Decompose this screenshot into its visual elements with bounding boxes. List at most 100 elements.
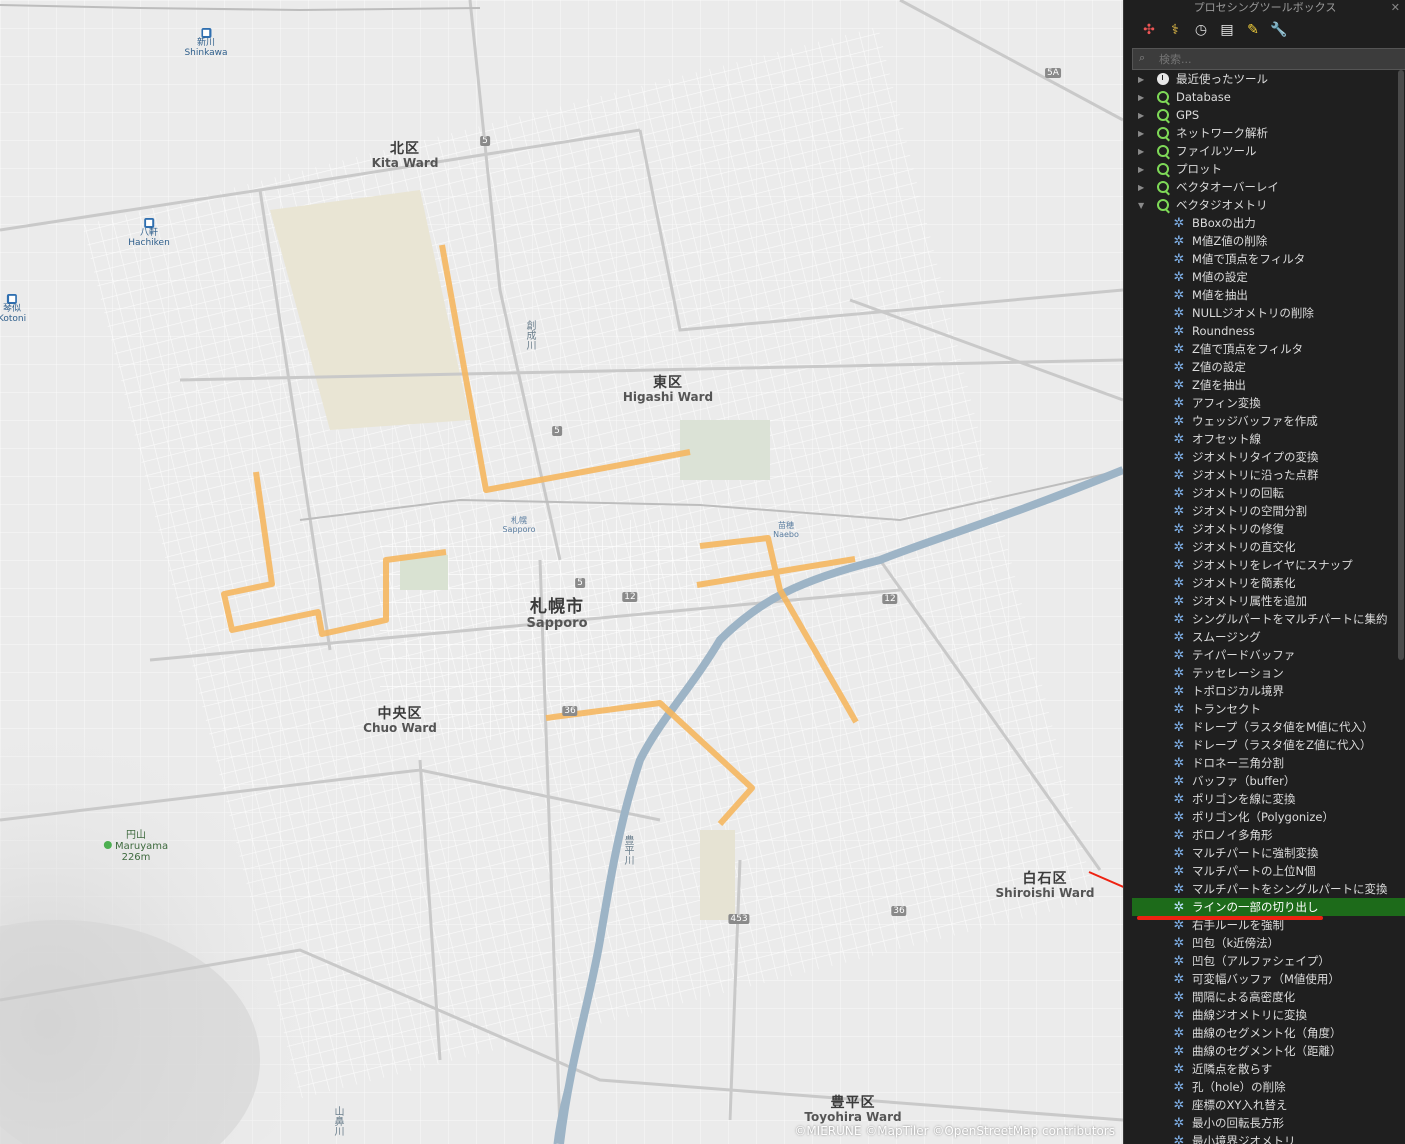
tree-tool-item[interactable]: ✲ 間隔による高密度化	[1124, 988, 1405, 1006]
search-box[interactable]: ⌕	[1132, 48, 1405, 70]
tree-tool-item[interactable]: ✲ バッファ（buffer）	[1124, 772, 1405, 790]
tree-tool-item[interactable]: ✲ ジオメトリタイプの変換	[1124, 448, 1405, 466]
tree-tool-item[interactable]: ✲ シングルパートをマルチパートに集約	[1124, 610, 1405, 628]
tree-tool-label: ドレープ（ラスタ値をM値に代入）	[1192, 720, 1374, 734]
tree-tool-item[interactable]: ✲ ドレープ（ラスタ値をM値に代入）	[1124, 718, 1405, 736]
tree-tool-item[interactable]: ✲ Z値を抽出	[1124, 376, 1405, 394]
tree-tool-item[interactable]: ✲ ポリゴン化（Polygonize）	[1124, 808, 1405, 826]
tree-tool-label: 近隣点を散らす	[1192, 1062, 1273, 1076]
tree-tool-item[interactable]: ✲ Z値で頂点をフィルタ	[1124, 340, 1405, 358]
chevron-right-icon[interactable]: ▶	[1138, 129, 1150, 138]
tree-tool-item[interactable]: ✲ 座標のXY入れ替え	[1124, 1096, 1405, 1114]
tree-tool-item[interactable]: ✲ ジオメトリの空間分割	[1124, 502, 1405, 520]
river-label: 山鼻川	[332, 1106, 343, 1136]
clock-icon	[1156, 72, 1170, 86]
tree-group-item[interactable]: ▶ ファイルツール	[1124, 142, 1405, 160]
station-en: Kotoni	[0, 313, 27, 324]
tree-group-item[interactable]: ▶ ネットワーク解析	[1124, 124, 1405, 142]
tree-group-item[interactable]: ▶ プロット	[1124, 160, 1405, 178]
chevron-right-icon[interactable]: ▶	[1138, 111, 1150, 120]
tree-tool-item[interactable]: ✲ M値で頂点をフィルタ	[1124, 250, 1405, 268]
tree-tool-label: トポロジカル境界	[1192, 684, 1284, 698]
algorithm-gear-icon: ✲	[1173, 683, 1185, 699]
tree-tool-item[interactable]: ✲ マルチパートの上位N個	[1124, 862, 1405, 880]
tree-tool-item[interactable]: ✲ トランセクト	[1124, 700, 1405, 718]
tree-tool-item[interactable]: ✲ 近隣点を散らす	[1124, 1060, 1405, 1078]
tree-tool-label: 最小境界ジオメトリ	[1192, 1134, 1296, 1144]
tree-group-item[interactable]: ▶ GPS	[1124, 106, 1405, 124]
tree-tool-item[interactable]: ✲ 凹包（k近傍法）	[1124, 934, 1405, 952]
tree-tool-item[interactable]: ✲ オフセット線	[1124, 430, 1405, 448]
tree-tool-item[interactable]: ✲ NULLジオメトリの削除	[1124, 304, 1405, 322]
tree-tool-item[interactable]: ✲ ジオメトリに沿った点群	[1124, 466, 1405, 484]
tree-group-item[interactable]: ▶ 最近使ったツール	[1124, 70, 1405, 88]
tree-tool-item[interactable]: ✲ M値Z値の削除	[1124, 232, 1405, 250]
chevron-right-icon[interactable]: ▶	[1138, 147, 1150, 156]
tree-group-item[interactable]: ▼ ベクタジオメトリ	[1124, 196, 1405, 214]
algorithm-gear-icon: ✲	[1173, 845, 1185, 861]
tree-tool-item[interactable]: ✲ 孔（hole）の削除	[1124, 1078, 1405, 1096]
tree-tool-item[interactable]: ✲ 曲線のセグメント化（距離）	[1124, 1042, 1405, 1060]
tree-tool-item[interactable]: ✲ M値の設定	[1124, 268, 1405, 286]
tree-tool-item[interactable]: ✲ ジオメトリをレイヤにスナップ	[1124, 556, 1405, 574]
edit-icon[interactable]: ✎	[1242, 19, 1264, 41]
tree-tool-item[interactable]: ✲ ジオメトリを簡素化	[1124, 574, 1405, 592]
tree-tool-item[interactable]: ✲ 最小の回転長方形	[1124, 1114, 1405, 1132]
tree-tool-item[interactable]: ✲ ジオメトリの回転	[1124, 484, 1405, 502]
history-icon[interactable]: ◷	[1190, 19, 1212, 41]
tree-tool-item[interactable]: ✲ 曲線ジオメトリに変換	[1124, 1006, 1405, 1024]
chevron-right-icon[interactable]: ▶	[1138, 183, 1150, 192]
tree-tool-item[interactable]: ✲ スムージング	[1124, 628, 1405, 646]
tree-tool-label: ジオメトリをレイヤにスナップ	[1192, 558, 1353, 572]
tree-tool-item[interactable]: ✲ 最小境界ジオメトリ	[1124, 1132, 1405, 1144]
tree-tool-item[interactable]: ✲ トポロジカル境界	[1124, 682, 1405, 700]
tree-tool-item[interactable]: ✲ マルチパートをシングルパートに変換	[1124, 880, 1405, 898]
tree-tool-item[interactable]: ✲ テイパードバッファ	[1124, 646, 1405, 664]
tree-group-item[interactable]: ▶ ベクタオーバーレイ	[1124, 178, 1405, 196]
qgis-icon	[1156, 162, 1170, 176]
tree-tool-item[interactable]: ✲ ジオメトリ属性を追加	[1124, 592, 1405, 610]
tree-tool-item[interactable]: ✲ ウェッジバッファを作成	[1124, 412, 1405, 430]
chevron-right-icon[interactable]: ▶	[1138, 165, 1150, 174]
tree-tool-item[interactable]: ✲ マルチパートに強制変換	[1124, 844, 1405, 862]
tree-tool-item[interactable]: ✲ アフィン変換	[1124, 394, 1405, 412]
chevron-right-icon[interactable]: ▶	[1138, 93, 1150, 102]
python-icon[interactable]: ⚕	[1164, 19, 1186, 41]
tree-tool-item[interactable]: ✲ 可変幅バッファ（M値使用）	[1124, 970, 1405, 988]
algorithm-gear-icon: ✲	[1173, 305, 1185, 321]
tree-tool-item[interactable]: ✲ テッセレーション	[1124, 664, 1405, 682]
tree-tool-item[interactable]: ✲ M値を抽出	[1124, 286, 1405, 304]
tree-tool-label: 凹包（アルファシェイプ）	[1192, 954, 1330, 968]
tree-tool-label: ボロノイ多角形	[1192, 828, 1273, 842]
ward-label-kita: 北区 Kita Ward	[372, 142, 439, 169]
tree-tool-item[interactable]: ✲ Roundness	[1124, 322, 1405, 340]
tree-tool-item[interactable]: ✲ Z値の設定	[1124, 358, 1405, 376]
tree-group-item[interactable]: ▶ Database	[1124, 88, 1405, 106]
tree-tool-label: ウェッジバッファを作成	[1192, 414, 1318, 428]
map-canvas[interactable]: 北区 Kita Ward 東区 Higashi Ward 中央区 Chuo Wa…	[0, 0, 1123, 1144]
results-icon[interactable]: ▤	[1216, 19, 1238, 41]
tree-tool-label: M値で頂点をフィルタ	[1192, 252, 1306, 266]
chevron-right-icon[interactable]: ▶	[1138, 75, 1150, 84]
tree-tool-item[interactable]: ✲ ドロネー三角分割	[1124, 754, 1405, 772]
search-input[interactable]	[1157, 50, 1401, 68]
qgis-icon	[1156, 126, 1170, 140]
tree-tool-item-selected[interactable]: ✲ ラインの一部の切り出し	[1132, 898, 1405, 916]
tree-tool-label: オフセット線	[1192, 432, 1261, 446]
ward-label-chuo: 中央区 Chuo Ward	[363, 707, 437, 734]
tree-tool-item[interactable]: ✲ ボロノイ多角形	[1124, 826, 1405, 844]
tree-tool-item[interactable]: ✲ 凹包（アルファシェイプ）	[1124, 952, 1405, 970]
tree-tool-item[interactable]: ✲ ジオメトリの直交化	[1124, 538, 1405, 556]
chevron-down-icon[interactable]: ▼	[1138, 201, 1150, 210]
models-icon[interactable]: ✣	[1138, 19, 1160, 41]
tree-tool-item[interactable]: ✲ BBoxの出力	[1124, 214, 1405, 232]
tree-tool-label: 最小の回転長方形	[1192, 1116, 1284, 1130]
tree-tool-item[interactable]: ✲ ポリゴンを線に変換	[1124, 790, 1405, 808]
options-icon[interactable]: 🔧	[1268, 19, 1290, 41]
close-icon[interactable]: ✕	[1391, 1, 1400, 14]
algorithm-gear-icon: ✲	[1173, 773, 1185, 789]
train-icon: ■	[200, 28, 211, 38]
tree-tool-item[interactable]: ✲ ジオメトリの修復	[1124, 520, 1405, 538]
tree-tool-item[interactable]: ✲ 曲線のセグメント化（角度）	[1124, 1024, 1405, 1042]
tree-tool-item[interactable]: ✲ ドレープ（ラスタ値をZ値に代入）	[1124, 736, 1405, 754]
